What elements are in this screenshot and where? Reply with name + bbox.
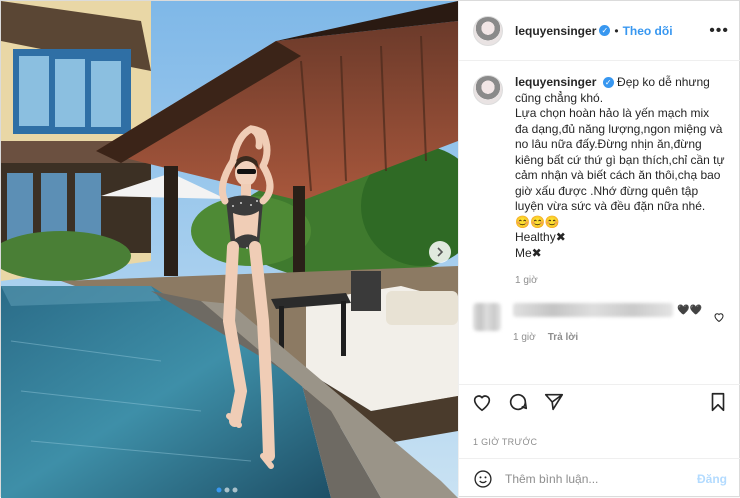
caption-time: 1 giờ xyxy=(515,275,538,286)
follow-button[interactable]: Theo dõi xyxy=(623,24,673,38)
share-icon[interactable] xyxy=(543,391,565,413)
post-header: lequyensinger ✓ • Theo dõi ••• xyxy=(459,1,740,61)
small-heart-icon[interactable] xyxy=(713,311,725,323)
comment-time: 1 giờ xyxy=(513,332,536,343)
pool-scene-image xyxy=(1,1,458,498)
comment-emoji: 🖤🖤 xyxy=(677,304,702,316)
next-arrow-icon xyxy=(437,247,444,257)
comments-list[interactable]: lequyensinger ✓ Đẹp ko dễ nhưng cũng chẳ… xyxy=(459,61,740,381)
blurred-comment-text xyxy=(513,303,673,318)
comment-icon[interactable] xyxy=(507,391,529,413)
post-photo[interactable] xyxy=(1,1,458,498)
blurred-avatar xyxy=(473,302,501,331)
more-options-icon[interactable]: ••• xyxy=(709,22,729,40)
verified-icon: ✓ xyxy=(599,25,611,36)
caption-text: Đẹp ko dễ nhưng cũng chẳng khó. Lựa chọn… xyxy=(515,75,725,260)
avatar[interactable] xyxy=(473,15,503,46)
post-side-panel: lequyensinger ✓ • Theo dõi ••• lequyensi… xyxy=(458,1,740,498)
carousel-dot xyxy=(224,487,230,493)
post-comment-button[interactable]: Đăng xyxy=(697,472,727,486)
verified-icon: ✓ xyxy=(602,77,614,89)
post-date: 1 GIỜ TRƯỚC xyxy=(473,437,538,447)
heart-icon[interactable] xyxy=(471,391,493,413)
carousel-dot-active xyxy=(216,487,222,493)
caption-comment: lequyensinger ✓ Đẹp ko dễ nhưng cũng chẳ… xyxy=(473,75,725,289)
list-item: 🖤🖤 1 giờ Trả lời xyxy=(473,302,725,346)
avatar[interactable] xyxy=(473,75,503,105)
bookmark-icon[interactable] xyxy=(707,391,729,413)
carousel-dot xyxy=(232,487,238,493)
separator-dot: • xyxy=(614,23,619,38)
reply-button[interactable]: Trả lời xyxy=(548,332,578,343)
next-photo-button[interactable] xyxy=(429,241,451,263)
username-link[interactable]: lequyensinger xyxy=(515,24,596,38)
add-comment-bar: Thêm bình luận... Đăng xyxy=(459,458,740,498)
caption-username[interactable]: lequyensinger xyxy=(515,75,596,89)
emoji-icon[interactable] xyxy=(473,469,493,489)
instagram-post-modal: lequyensinger ✓ • Theo dõi ••• lequyensi… xyxy=(0,0,740,498)
action-bar xyxy=(459,384,740,418)
comment-input[interactable]: Thêm bình luận... xyxy=(505,472,598,486)
